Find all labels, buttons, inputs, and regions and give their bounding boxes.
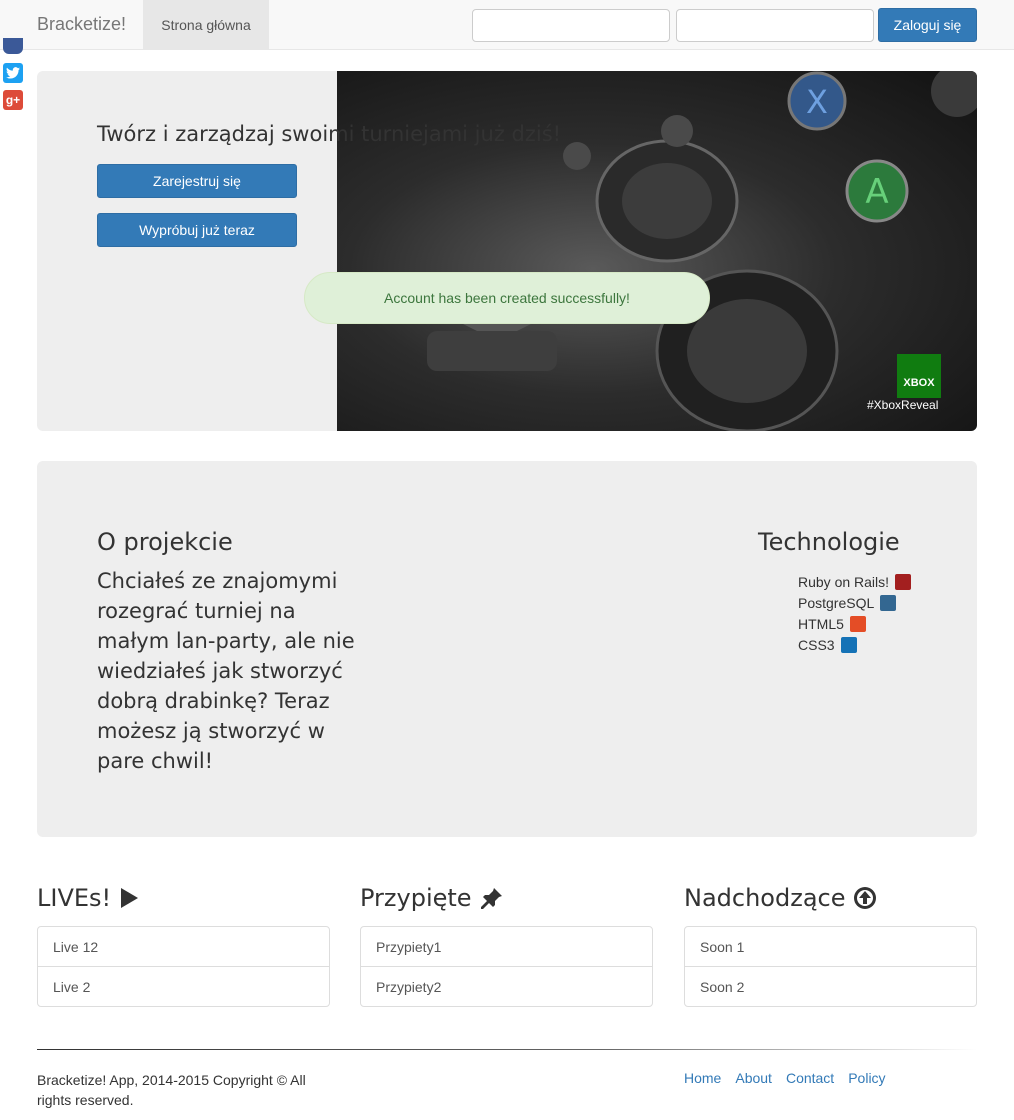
footer-copyright: Bracketize! App, 2014-2015 Copyright © A… — [37, 1072, 306, 1108]
success-alert: Account has been created successfully! — [304, 272, 710, 324]
footer-link-contact[interactable]: Contact — [786, 1070, 834, 1086]
register-button[interactable]: Zarejestruj się — [97, 164, 297, 198]
upcoming-title: Nadchodzące — [684, 884, 846, 912]
list-item[interactable]: Soon 1 — [684, 926, 977, 967]
tech-label: HTML5 — [798, 615, 844, 632]
about-title: O projekcie — [97, 528, 233, 556]
tech-label: PostgreSQL — [798, 594, 875, 611]
list-item[interactable]: Live 2 — [37, 966, 330, 1007]
hero-title: Twórz i zarządzaj swoimi turniejami już … — [97, 122, 562, 146]
svg-text:X: X — [806, 83, 828, 121]
tech-item-postgresql: PostgreSQL — [798, 592, 911, 613]
tech-item-css3: CSS3 — [798, 634, 911, 655]
tech-item-html5: HTML5 — [798, 613, 911, 634]
brand-link[interactable]: Bracketize! — [37, 14, 126, 35]
css3-icon — [840, 636, 857, 653]
pinned-heading: Przypięte — [360, 884, 504, 912]
footer-divider — [37, 1049, 977, 1050]
pinned-list: Przypiety1 Przypiety2 — [360, 926, 653, 1007]
list-item[interactable]: Przypiety1 — [360, 926, 653, 967]
footer-link-policy[interactable]: Policy — [848, 1070, 885, 1086]
technologies-title: Technologie — [758, 528, 900, 556]
technologies-list: Ruby on Rails! PostgreSQL HTML5 CSS3 — [798, 571, 912, 655]
list-item[interactable]: Przypiety2 — [360, 966, 653, 1007]
image-caption: #XboxReveal — [867, 398, 939, 412]
pinned-title: Przypięte — [360, 884, 472, 912]
twitter-icon[interactable] — [3, 63, 23, 83]
footer-links: Home About Contact Policy — [684, 1070, 886, 1086]
upcoming-heading: Nadchodzące — [684, 884, 877, 912]
tech-label: CSS3 — [798, 636, 835, 653]
footer-link-home[interactable]: Home — [684, 1070, 721, 1086]
circle-arrow-up-icon — [854, 887, 877, 909]
upcoming-list: Soon 1 Soon 2 — [684, 926, 977, 1007]
login-button[interactable]: Zaloguj się — [878, 8, 977, 42]
googleplus-icon[interactable]: g+ — [3, 90, 23, 110]
navbar: Bracketize! Strona główna Zaloguj się — [0, 0, 1014, 50]
nav-tab-home[interactable]: Strona główna — [143, 0, 269, 49]
footer-link-about[interactable]: About — [735, 1070, 772, 1086]
pushpin-icon — [480, 888, 502, 909]
try-now-button[interactable]: Wypróbuj już teraz — [97, 213, 297, 247]
rails-icon — [895, 573, 912, 590]
list-item[interactable]: Soon 2 — [684, 966, 977, 1007]
password-input[interactable] — [676, 9, 874, 42]
postgresql-icon — [880, 594, 897, 611]
lives-heading: LIVEs! — [37, 884, 139, 912]
email-input[interactable] — [472, 9, 670, 42]
tech-item-rails: Ruby on Rails! — [798, 571, 912, 592]
tech-label: Ruby on Rails! — [798, 573, 890, 590]
play-icon — [121, 888, 139, 908]
lives-list: Live 12 Live 2 — [37, 926, 330, 1007]
lives-title: LIVEs! — [37, 884, 112, 912]
twitter-bird-icon — [6, 67, 20, 79]
xbox-logo-text: XBOX — [903, 377, 935, 389]
html5-icon — [849, 615, 866, 632]
svg-text:A: A — [865, 172, 888, 212]
about-text: Chciałeś ze znajomymi rozegrać turniej n… — [97, 569, 355, 773]
list-item[interactable]: Live 12 — [37, 926, 330, 967]
facebook-icon[interactable] — [3, 38, 23, 54]
